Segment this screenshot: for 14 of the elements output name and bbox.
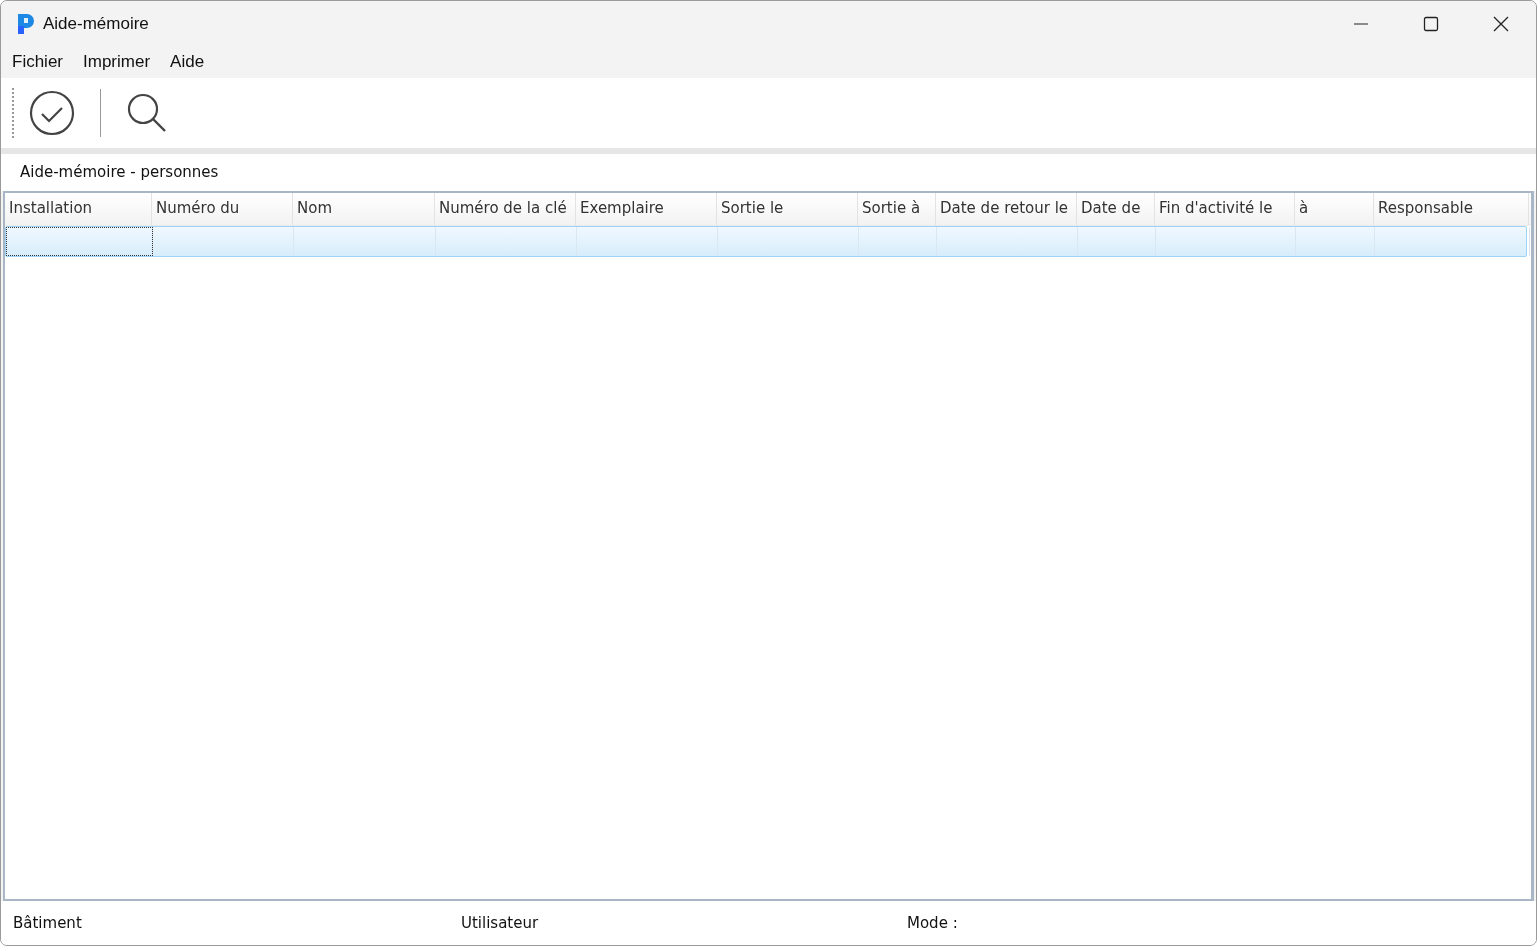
- maximize-icon: [1423, 15, 1439, 32]
- app-logo-icon: [15, 11, 35, 36]
- close-icon: [1493, 15, 1509, 32]
- table-row[interactable]: [5, 226, 1527, 257]
- mode-label: Mode :: [907, 914, 959, 932]
- menu-item[interactable]: Fichier: [5, 50, 70, 74]
- menu-item[interactable]: Aide: [163, 50, 212, 74]
- user-label: Utilisateur: [461, 914, 540, 932]
- minimize-icon: [1353, 22, 1369, 25]
- check-circle-icon: [28, 89, 76, 137]
- menu-item[interactable]: Imprimer: [76, 50, 158, 74]
- panel-title: Aide-mémoire - personnes: [1, 154, 1536, 191]
- window-title: Aide-mémoire: [43, 13, 149, 34]
- building-label: Bâtiment: [13, 914, 83, 932]
